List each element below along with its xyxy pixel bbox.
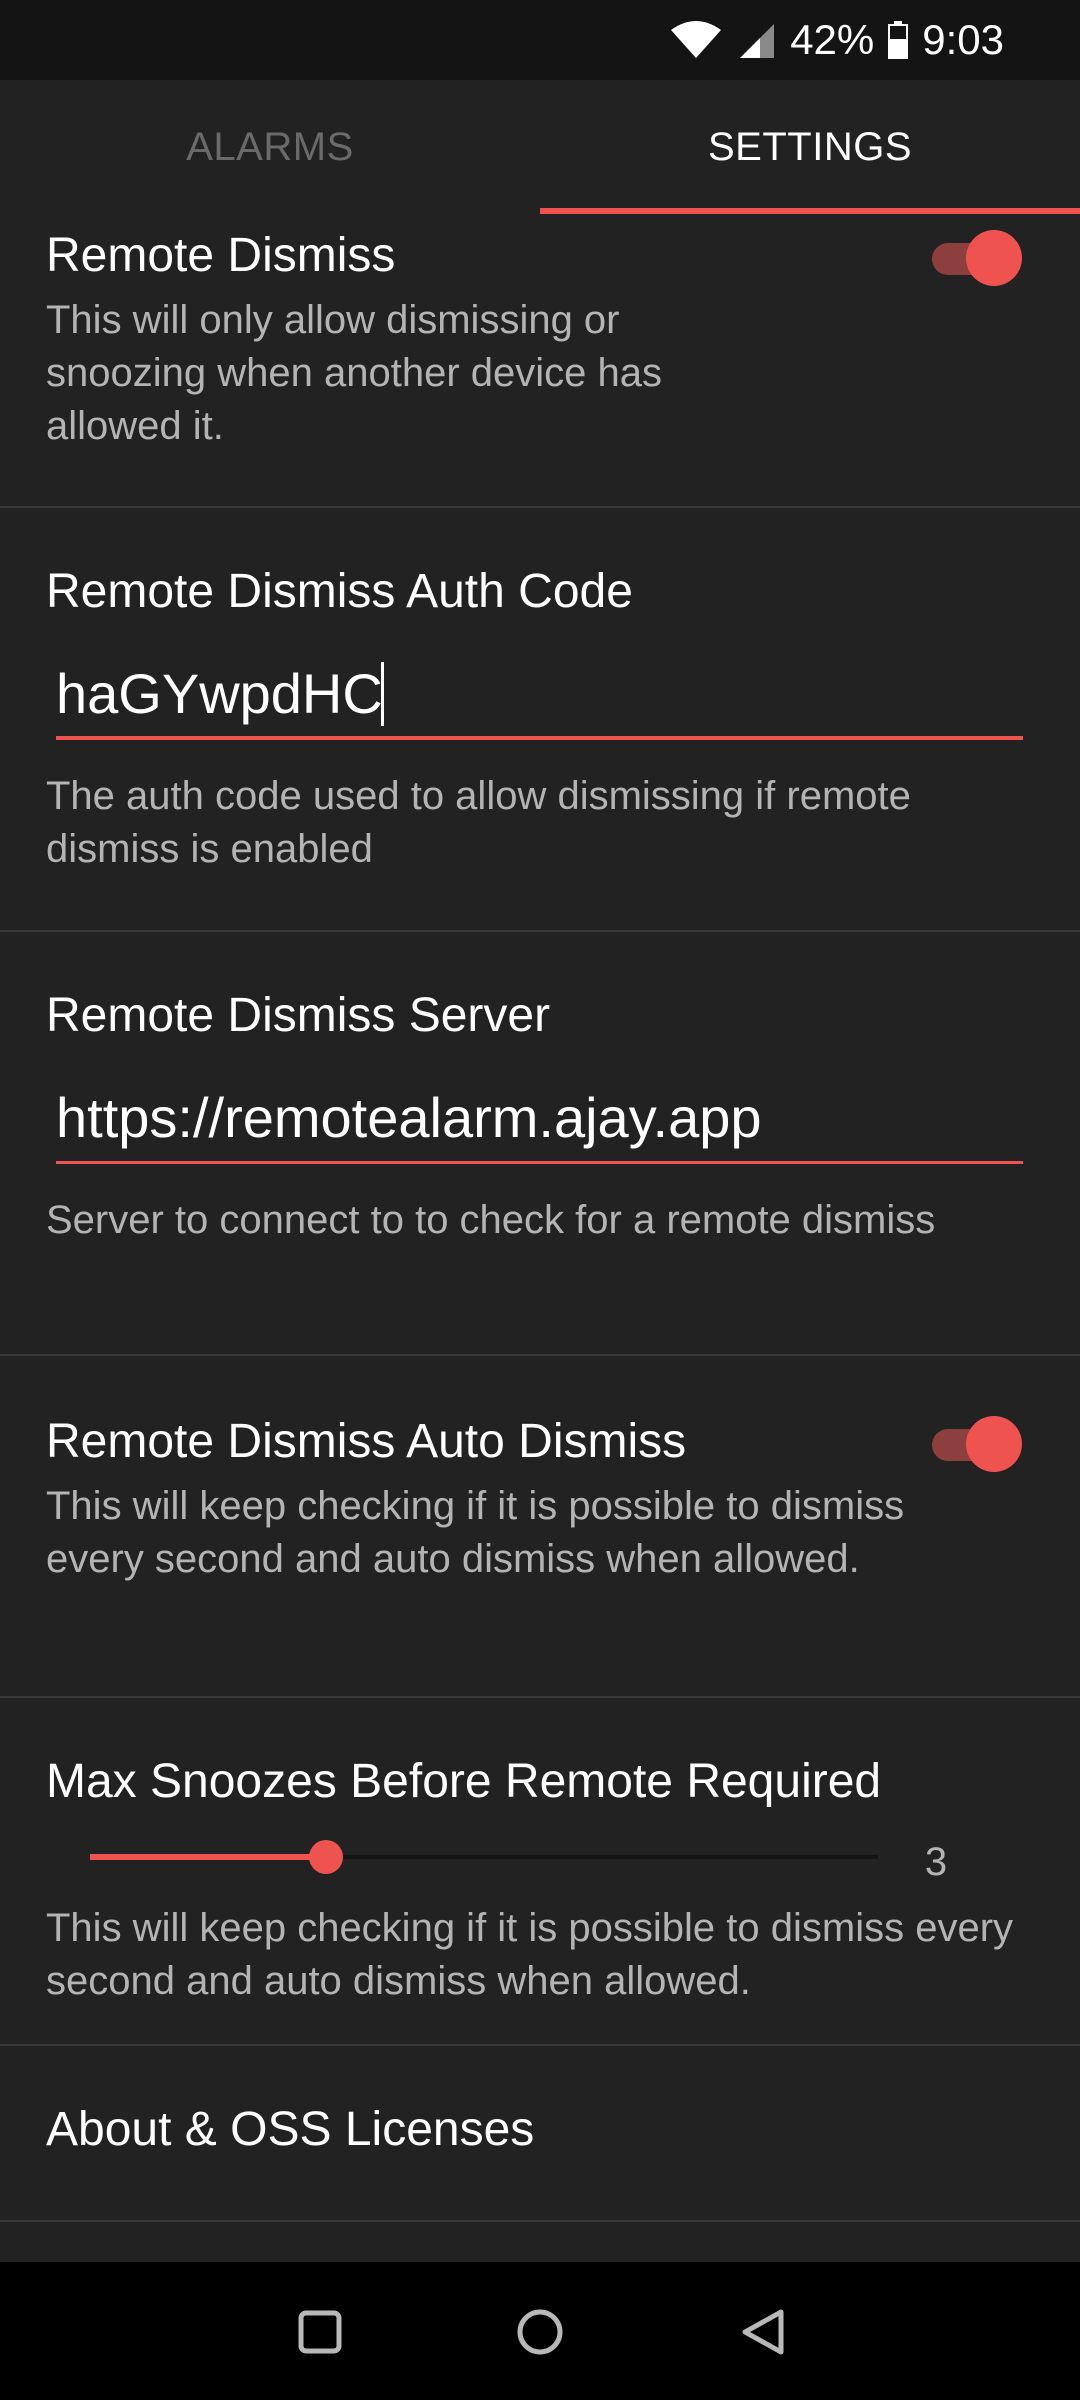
setting-summary: This will keep checking if it is possibl… <box>46 1906 1014 2003</box>
auto-dismiss-toggle[interactable] <box>928 1414 1024 1474</box>
status-icons: 42% 9:03 <box>670 0 1004 80</box>
setting-summary: The auth code used to allow dismissing i… <box>46 774 911 871</box>
setting-summary: This will keep checking if it is possibl… <box>46 1484 905 1581</box>
toggle-thumb <box>966 230 1022 286</box>
tab-settings[interactable]: SETTINGS <box>540 80 1080 214</box>
setting-auto-dismiss[interactable]: Remote Dismiss Auto Dismiss This will ke… <box>0 1356 1080 1696</box>
auth-code-input[interactable] <box>56 650 1023 736</box>
setting-summary: Server to connect to to check for a remo… <box>46 1198 936 1242</box>
toggle-thumb <box>966 1416 1022 1472</box>
home-button[interactable] <box>500 2292 580 2372</box>
battery-icon <box>888 21 909 59</box>
slider-value: 3 <box>924 1840 948 1884</box>
divider <box>0 2220 1080 2222</box>
triangle-back-icon <box>742 2309 784 2355</box>
back-button[interactable] <box>722 2292 802 2372</box>
server-field[interactable] <box>56 1074 1023 1164</box>
slider-thumb[interactable] <box>309 1840 343 1874</box>
tab-bar: ALARMS SETTINGS <box>0 80 1080 214</box>
setting-title: Remote Dismiss <box>46 229 396 282</box>
wifi-icon <box>670 20 722 60</box>
recents-button[interactable] <box>280 2292 360 2372</box>
server-input[interactable] <box>56 1074 1023 1160</box>
setting-summary: This will only allow dismissing or snooz… <box>46 298 662 448</box>
setting-title: Remote Dismiss Auto Dismiss <box>46 1415 687 1468</box>
tab-alarms[interactable]: ALARMS <box>0 80 540 214</box>
setting-max-snoozes: Max Snoozes Before Remote Required 3 Thi… <box>0 1698 1080 2044</box>
status-bar: 42% 9:03 <box>0 0 1080 80</box>
navigation-bar <box>0 2262 1080 2400</box>
clock: 9:03 <box>922 16 1004 63</box>
setting-auth-code: Remote Dismiss Auth Code The auth code u… <box>0 508 1080 930</box>
input-underline <box>56 1161 1023 1164</box>
setting-title: About & OSS Licenses <box>46 2103 535 2156</box>
max-snoozes-slider[interactable] <box>90 1832 878 1882</box>
battery-percent: 42% <box>790 16 875 63</box>
signal-icon <box>736 20 776 60</box>
slider-fill <box>90 1854 326 1860</box>
circle-icon <box>517 2309 563 2355</box>
setting-remote-dismiss[interactable]: Remote Dismiss This will only allow dism… <box>0 214 1080 506</box>
setting-title: Remote Dismiss Auth Code <box>46 565 633 618</box>
setting-about[interactable]: About & OSS Licenses <box>0 2046 1080 2220</box>
setting-server: Remote Dismiss Server Server to connect … <box>0 932 1080 1354</box>
input-underline <box>56 736 1023 740</box>
square-icon <box>298 2310 342 2354</box>
auth-code-field[interactable] <box>56 650 1023 740</box>
text-caret <box>381 662 384 726</box>
setting-title: Remote Dismiss Server <box>46 989 551 1042</box>
setting-title: Max Snoozes Before Remote Required <box>46 1755 882 1808</box>
remote-dismiss-toggle[interactable] <box>928 228 1024 288</box>
